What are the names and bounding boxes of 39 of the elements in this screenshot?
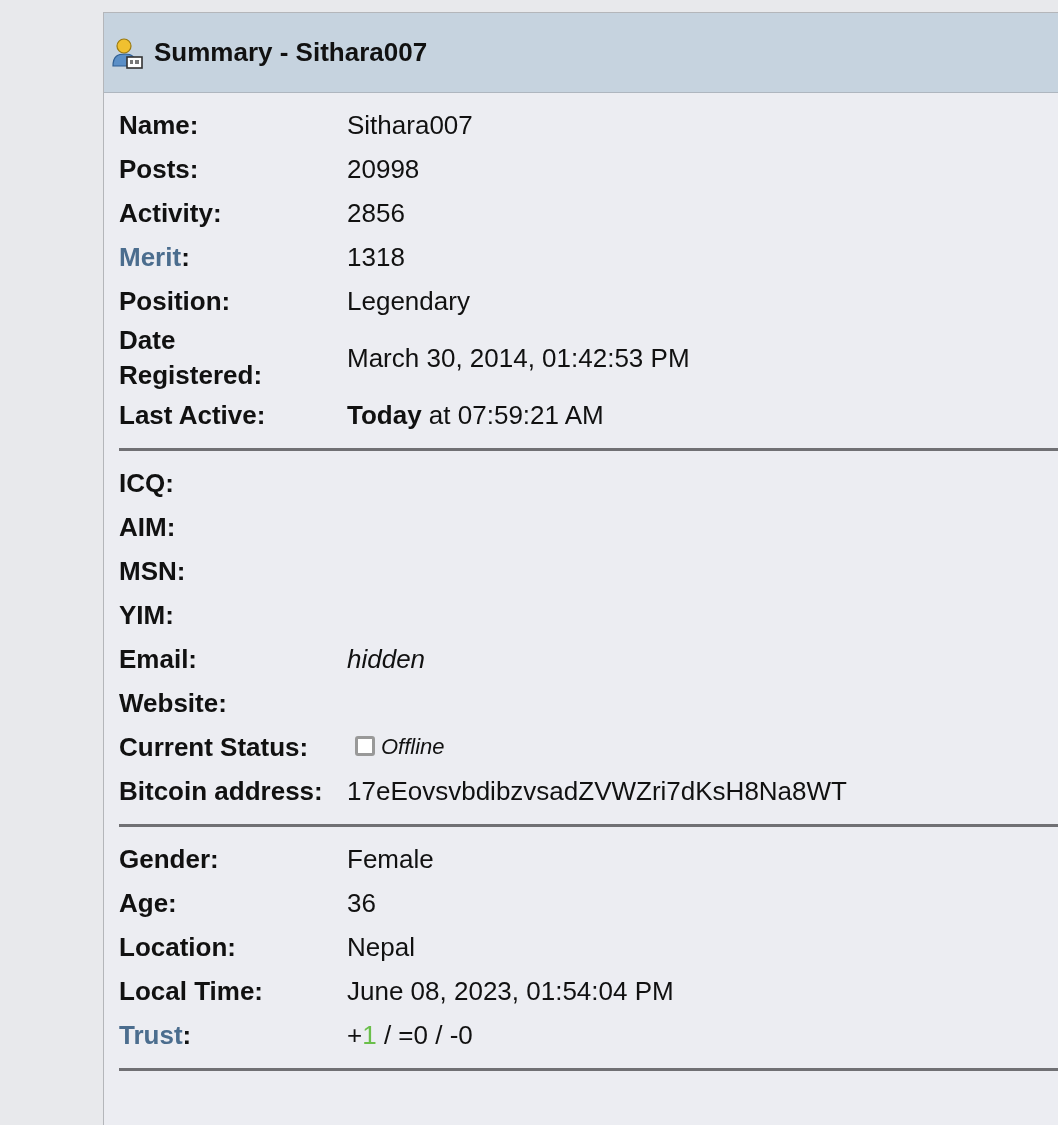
field-label: Local Time:: [119, 975, 263, 1006]
label-link[interactable]: Trust: [119, 1019, 183, 1050]
field-value: Female: [347, 843, 434, 874]
status-text: Offline: [381, 732, 445, 761]
field-label: Date Registered:: [119, 325, 263, 390]
field-label: MSN:: [119, 555, 186, 586]
field-label: YIM:: [119, 599, 174, 630]
field-value: Nepal: [347, 931, 415, 962]
field-value: hidden: [347, 643, 426, 674]
field-label: AIM:: [119, 511, 176, 542]
field-label: Website:: [119, 687, 227, 718]
field-value: +1 / =0 / -0: [347, 1019, 473, 1050]
field-value: 20998: [347, 153, 420, 184]
field-value: March 30, 2014, 01:42:53 PM: [347, 342, 690, 373]
field-label: Activity:: [119, 197, 222, 228]
field-value: 2856: [347, 197, 405, 228]
field-value: 17eEovsvbdibzvsadZVWZri7dKsH8Na8WT: [347, 775, 847, 806]
field-value: June 08, 2023, 01:54:04 PM: [347, 975, 674, 1006]
field-label: Name:: [119, 109, 199, 140]
panel-title: Summary - Sithara007: [154, 37, 428, 68]
field-label: Bitcoin address:: [119, 775, 323, 806]
field-label: Last Active:: [119, 399, 266, 430]
field-value: 1318: [347, 241, 405, 272]
field-value: Legendary: [347, 285, 470, 316]
field-value: Today at 07:59:21 AM: [347, 399, 604, 430]
user-profile-icon: [110, 35, 144, 70]
field-label: Posts:: [119, 153, 199, 184]
field-label: Trust:: [119, 1019, 192, 1050]
field-label: Current Status:: [119, 731, 309, 762]
field-label: ICQ:: [119, 467, 174, 498]
field-value: Sithara007: [347, 109, 473, 140]
field-label: Merit:: [119, 241, 190, 272]
label-link[interactable]: Merit: [119, 241, 182, 272]
field-label: Gender:: [119, 843, 219, 874]
field-label: Email:: [119, 643, 198, 674]
field-value: 36: [347, 887, 376, 918]
field-label: Location:: [119, 931, 236, 962]
field-label: Position:: [119, 285, 231, 316]
field-label: Age:: [119, 887, 177, 918]
